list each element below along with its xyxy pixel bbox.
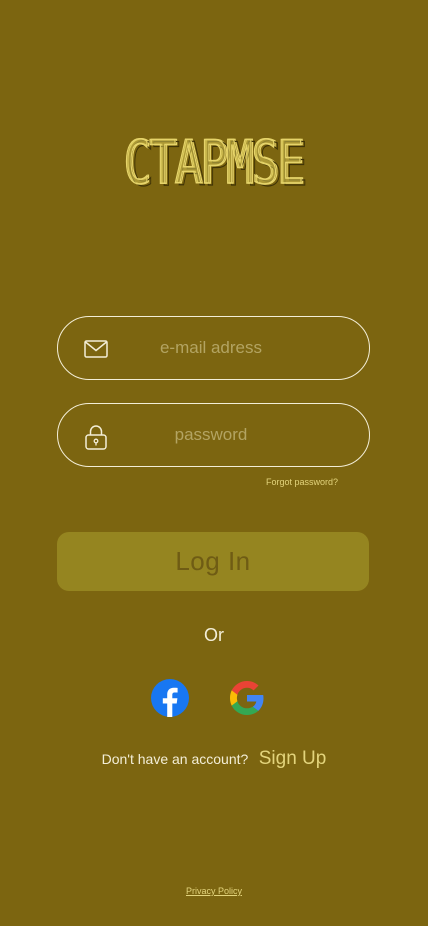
app-logo: CTAPMSE CTAPMSE CTAPMSE [0, 127, 428, 208]
login-button[interactable]: Log In [57, 532, 369, 591]
password-field[interactable] [57, 403, 370, 467]
privacy-policy-link[interactable]: Privacy Policy [186, 886, 242, 896]
logo-fill: CTAPMSE [122, 127, 304, 199]
email-field[interactable] [57, 316, 370, 380]
google-icon [227, 678, 267, 718]
email-input[interactable] [128, 317, 349, 379]
signup-link[interactable]: Sign Up [259, 748, 327, 769]
facebook-icon [150, 678, 190, 718]
or-divider: Or [204, 625, 224, 645]
logo-wordmark: CTAPMSE CTAPMSE CTAPMSE [122, 127, 307, 200]
google-login-button[interactable] [227, 678, 267, 718]
lock-icon [83, 423, 109, 450]
signup-row: Don't have an account? Sign Up [0, 748, 428, 770]
mail-icon [83, 336, 109, 362]
signup-prompt: Don't have an account? [101, 751, 249, 767]
forgot-password-link[interactable]: Forgot password? [266, 477, 338, 487]
password-input[interactable] [128, 404, 349, 466]
facebook-login-button[interactable] [150, 678, 190, 718]
privacy-footer: Privacy Policy [0, 886, 428, 896]
